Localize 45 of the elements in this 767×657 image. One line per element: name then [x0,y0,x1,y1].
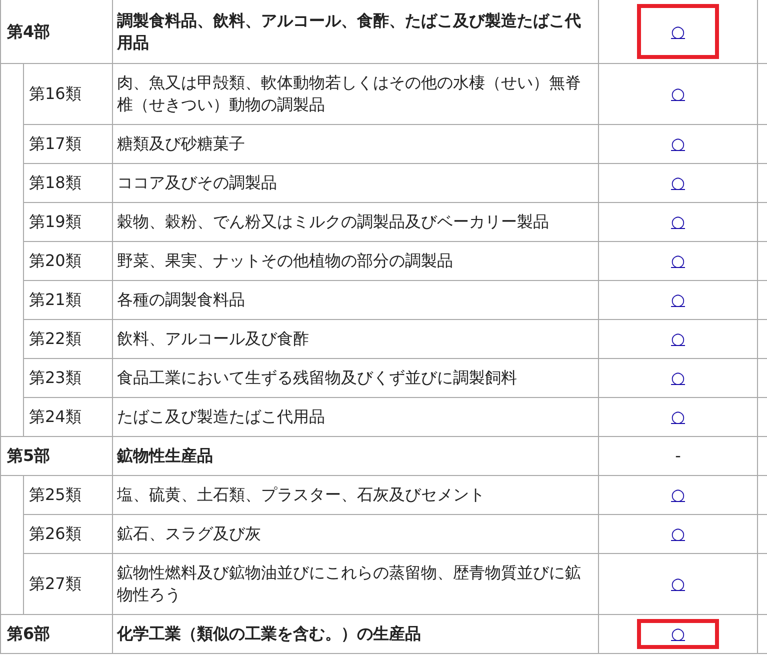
class-label: 第25類 [24,476,113,514]
circle-link[interactable]: ○ [671,83,685,105]
class-label: 第23類 [24,358,113,398]
class-label: 第19類 [24,202,113,242]
section-label: 第4部 [0,0,113,64]
class-title: 穀物、穀粉、でん粉又はミルクの調製品及びベーカリー製品 [112,202,599,242]
circle-link[interactable]: ○ [671,20,685,42]
section-title: 調製食料品、飲料、アルコール、食酢、たばこ及び製造たばこ代用品 [112,0,599,64]
section-label: 第5部 [0,436,113,476]
class-title: ココア及びその調製品 [112,164,599,202]
class-title: 塩、硫黄、土石類、プラスター、石灰及びセメント [112,476,599,514]
class-label: 第26類 [24,514,113,554]
section-label: 第6部 [0,614,113,654]
class-label: 第17類 [24,124,113,164]
circle-link[interactable]: ○ [671,289,685,311]
circle-link[interactable]: ○ [671,623,685,645]
class-title: 糖類及び砂糖菓子 [112,124,599,164]
section-title: 鉱物性生産品 [112,436,599,476]
circle-link[interactable]: ○ [671,367,685,389]
class-label: 第16類 [24,64,113,124]
class-title: たばこ及び製造たばこ代用品 [112,398,599,436]
class-label: 第21類 [24,280,113,320]
class-label: 第24類 [24,398,113,436]
class-title: 鉱物性燃料及び鉱物油並びにこれらの蒸留物、歴青物質並びに鉱物性ろう [112,554,599,614]
circle-link[interactable]: ○ [671,250,685,272]
class-label: 第18類 [24,164,113,202]
class-label: 第27類 [24,554,113,614]
class-title: 食品工業において生ずる残留物及びくず並びに調製飼料 [112,358,599,398]
class-label: 第20類 [24,242,113,280]
circle-link[interactable]: ○ [671,328,685,350]
class-title: 鉱石、スラグ及び灰 [112,514,599,554]
circle-link[interactable]: ○ [671,133,685,155]
class-title: 各種の調製食料品 [112,280,599,320]
circle-link[interactable]: ○ [671,523,685,545]
dash-text: - [675,445,681,467]
class-title: 肉、魚又は甲殻類、軟体動物若しくはその他の水棲（せい）無脊椎（せきつい）動物の調製品 [112,64,599,124]
circle-link[interactable]: ○ [671,484,685,506]
circle-link[interactable]: ○ [671,211,685,233]
class-label: 第22類 [24,320,113,358]
circle-link[interactable]: ○ [671,573,685,595]
circle-link[interactable]: ○ [671,406,685,428]
section-title: 化学工業（類似の工業を含む。）の生産品 [112,614,599,654]
circle-link[interactable]: ○ [671,172,685,194]
class-title: 飲料、アルコール及び食酢 [112,320,599,358]
class-title: 野菜、果実、ナットその他植物の部分の調製品 [112,242,599,280]
